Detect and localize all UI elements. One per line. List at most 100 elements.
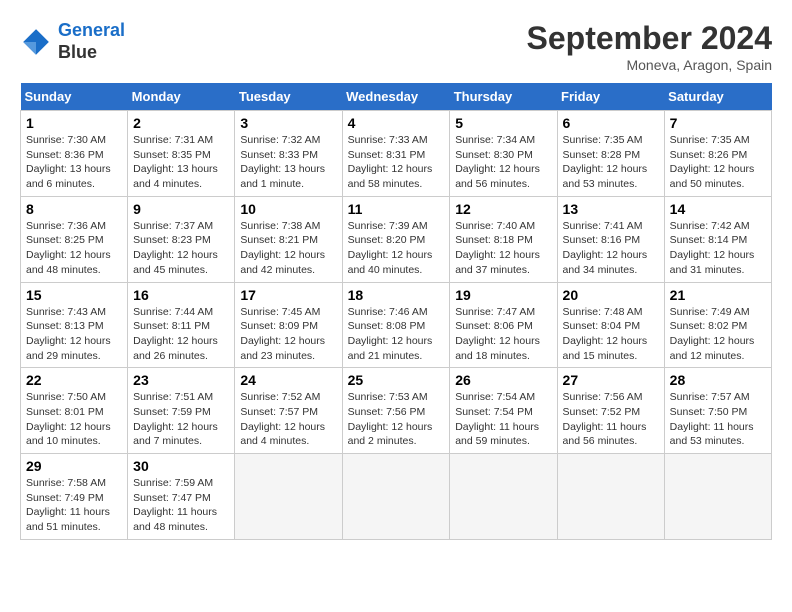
logo-icon (20, 26, 52, 58)
calendar-cell: 6 Sunrise: 7:35 AMSunset: 8:28 PMDayligh… (557, 111, 664, 197)
logo: General Blue (20, 20, 125, 63)
weekday-header-tuesday: Tuesday (235, 83, 342, 111)
calendar-cell: 17 Sunrise: 7:45 AMSunset: 8:09 PMDaylig… (235, 282, 342, 368)
weekday-header-monday: Monday (128, 83, 235, 111)
day-number: 10 (240, 201, 336, 217)
week-row-5: 29 Sunrise: 7:58 AMSunset: 7:49 PMDaylig… (21, 454, 772, 540)
month-title: September 2024 (527, 20, 772, 57)
day-number: 12 (455, 201, 551, 217)
day-detail: Sunrise: 7:49 AMSunset: 8:02 PMDaylight:… (670, 305, 766, 364)
day-number: 22 (26, 372, 122, 388)
day-number: 20 (563, 287, 659, 303)
day-number: 9 (133, 201, 229, 217)
location: Moneva, Aragon, Spain (527, 57, 772, 73)
day-detail: Sunrise: 7:46 AMSunset: 8:08 PMDaylight:… (348, 305, 445, 364)
day-number: 18 (348, 287, 445, 303)
day-number: 27 (563, 372, 659, 388)
day-detail: Sunrise: 7:54 AMSunset: 7:54 PMDaylight:… (455, 390, 551, 449)
calendar-cell: 26 Sunrise: 7:54 AMSunset: 7:54 PMDaylig… (450, 368, 557, 454)
weekday-header-row: SundayMondayTuesdayWednesdayThursdayFrid… (21, 83, 772, 111)
logo-line2: Blue (58, 42, 125, 64)
calendar-cell: 18 Sunrise: 7:46 AMSunset: 8:08 PMDaylig… (342, 282, 450, 368)
day-number: 6 (563, 115, 659, 131)
calendar-cell: 14 Sunrise: 7:42 AMSunset: 8:14 PMDaylig… (664, 196, 771, 282)
week-row-1: 1 Sunrise: 7:30 AMSunset: 8:36 PMDayligh… (21, 111, 772, 197)
day-detail: Sunrise: 7:41 AMSunset: 8:16 PMDaylight:… (563, 219, 659, 278)
title-block: September 2024 Moneva, Aragon, Spain (527, 20, 772, 73)
day-detail: Sunrise: 7:37 AMSunset: 8:23 PMDaylight:… (133, 219, 229, 278)
day-detail: Sunrise: 7:42 AMSunset: 8:14 PMDaylight:… (670, 219, 766, 278)
day-number: 21 (670, 287, 766, 303)
day-number: 7 (670, 115, 766, 131)
calendar-cell: 22 Sunrise: 7:50 AMSunset: 8:01 PMDaylig… (21, 368, 128, 454)
day-detail: Sunrise: 7:36 AMSunset: 8:25 PMDaylight:… (26, 219, 122, 278)
calendar-cell: 5 Sunrise: 7:34 AMSunset: 8:30 PMDayligh… (450, 111, 557, 197)
day-detail: Sunrise: 7:44 AMSunset: 8:11 PMDaylight:… (133, 305, 229, 364)
day-number: 25 (348, 372, 445, 388)
calendar-cell (450, 454, 557, 540)
day-detail: Sunrise: 7:45 AMSunset: 8:09 PMDaylight:… (240, 305, 336, 364)
day-detail: Sunrise: 7:53 AMSunset: 7:56 PMDaylight:… (348, 390, 445, 449)
day-detail: Sunrise: 7:35 AMSunset: 8:26 PMDaylight:… (670, 133, 766, 192)
day-number: 30 (133, 458, 229, 474)
calendar-cell: 3 Sunrise: 7:32 AMSunset: 8:33 PMDayligh… (235, 111, 342, 197)
logo-line1: General (58, 20, 125, 40)
day-number: 26 (455, 372, 551, 388)
day-detail: Sunrise: 7:39 AMSunset: 8:20 PMDaylight:… (348, 219, 445, 278)
day-detail: Sunrise: 7:48 AMSunset: 8:04 PMDaylight:… (563, 305, 659, 364)
day-number: 2 (133, 115, 229, 131)
calendar-cell: 8 Sunrise: 7:36 AMSunset: 8:25 PMDayligh… (21, 196, 128, 282)
day-number: 29 (26, 458, 122, 474)
day-detail: Sunrise: 7:30 AMSunset: 8:36 PMDaylight:… (26, 133, 122, 192)
day-detail: Sunrise: 7:34 AMSunset: 8:30 PMDaylight:… (455, 133, 551, 192)
page-header: General Blue September 2024 Moneva, Arag… (20, 20, 772, 73)
day-detail: Sunrise: 7:56 AMSunset: 7:52 PMDaylight:… (563, 390, 659, 449)
calendar-cell: 16 Sunrise: 7:44 AMSunset: 8:11 PMDaylig… (128, 282, 235, 368)
weekday-header-saturday: Saturday (664, 83, 771, 111)
calendar-cell: 21 Sunrise: 7:49 AMSunset: 8:02 PMDaylig… (664, 282, 771, 368)
day-number: 3 (240, 115, 336, 131)
day-number: 1 (26, 115, 122, 131)
day-detail: Sunrise: 7:38 AMSunset: 8:21 PMDaylight:… (240, 219, 336, 278)
day-detail: Sunrise: 7:31 AMSunset: 8:35 PMDaylight:… (133, 133, 229, 192)
day-detail: Sunrise: 7:51 AMSunset: 7:59 PMDaylight:… (133, 390, 229, 449)
day-number: 8 (26, 201, 122, 217)
day-number: 13 (563, 201, 659, 217)
weekday-header-thursday: Thursday (450, 83, 557, 111)
calendar-cell: 28 Sunrise: 7:57 AMSunset: 7:50 PMDaylig… (664, 368, 771, 454)
calendar-cell: 13 Sunrise: 7:41 AMSunset: 8:16 PMDaylig… (557, 196, 664, 282)
day-number: 23 (133, 372, 229, 388)
day-number: 4 (348, 115, 445, 131)
calendar-cell: 24 Sunrise: 7:52 AMSunset: 7:57 PMDaylig… (235, 368, 342, 454)
day-detail: Sunrise: 7:57 AMSunset: 7:50 PMDaylight:… (670, 390, 766, 449)
calendar-cell: 23 Sunrise: 7:51 AMSunset: 7:59 PMDaylig… (128, 368, 235, 454)
day-number: 15 (26, 287, 122, 303)
day-detail: Sunrise: 7:58 AMSunset: 7:49 PMDaylight:… (26, 476, 122, 535)
day-detail: Sunrise: 7:43 AMSunset: 8:13 PMDaylight:… (26, 305, 122, 364)
day-detail: Sunrise: 7:40 AMSunset: 8:18 PMDaylight:… (455, 219, 551, 278)
calendar-cell: 2 Sunrise: 7:31 AMSunset: 8:35 PMDayligh… (128, 111, 235, 197)
day-number: 11 (348, 201, 445, 217)
day-number: 17 (240, 287, 336, 303)
calendar-cell: 12 Sunrise: 7:40 AMSunset: 8:18 PMDaylig… (450, 196, 557, 282)
day-detail: Sunrise: 7:47 AMSunset: 8:06 PMDaylight:… (455, 305, 551, 364)
day-detail: Sunrise: 7:50 AMSunset: 8:01 PMDaylight:… (26, 390, 122, 449)
calendar-cell (557, 454, 664, 540)
day-detail: Sunrise: 7:33 AMSunset: 8:31 PMDaylight:… (348, 133, 445, 192)
weekday-header-friday: Friday (557, 83, 664, 111)
day-number: 24 (240, 372, 336, 388)
calendar-cell: 15 Sunrise: 7:43 AMSunset: 8:13 PMDaylig… (21, 282, 128, 368)
calendar-table: SundayMondayTuesdayWednesdayThursdayFrid… (20, 83, 772, 540)
week-row-4: 22 Sunrise: 7:50 AMSunset: 8:01 PMDaylig… (21, 368, 772, 454)
calendar-cell: 29 Sunrise: 7:58 AMSunset: 7:49 PMDaylig… (21, 454, 128, 540)
calendar-cell (342, 454, 450, 540)
calendar-cell: 19 Sunrise: 7:47 AMSunset: 8:06 PMDaylig… (450, 282, 557, 368)
calendar-cell: 7 Sunrise: 7:35 AMSunset: 8:26 PMDayligh… (664, 111, 771, 197)
day-detail: Sunrise: 7:35 AMSunset: 8:28 PMDaylight:… (563, 133, 659, 192)
day-number: 28 (670, 372, 766, 388)
week-row-2: 8 Sunrise: 7:36 AMSunset: 8:25 PMDayligh… (21, 196, 772, 282)
calendar-cell (235, 454, 342, 540)
day-number: 19 (455, 287, 551, 303)
logo-text: General Blue (58, 20, 125, 63)
calendar-cell: 1 Sunrise: 7:30 AMSunset: 8:36 PMDayligh… (21, 111, 128, 197)
